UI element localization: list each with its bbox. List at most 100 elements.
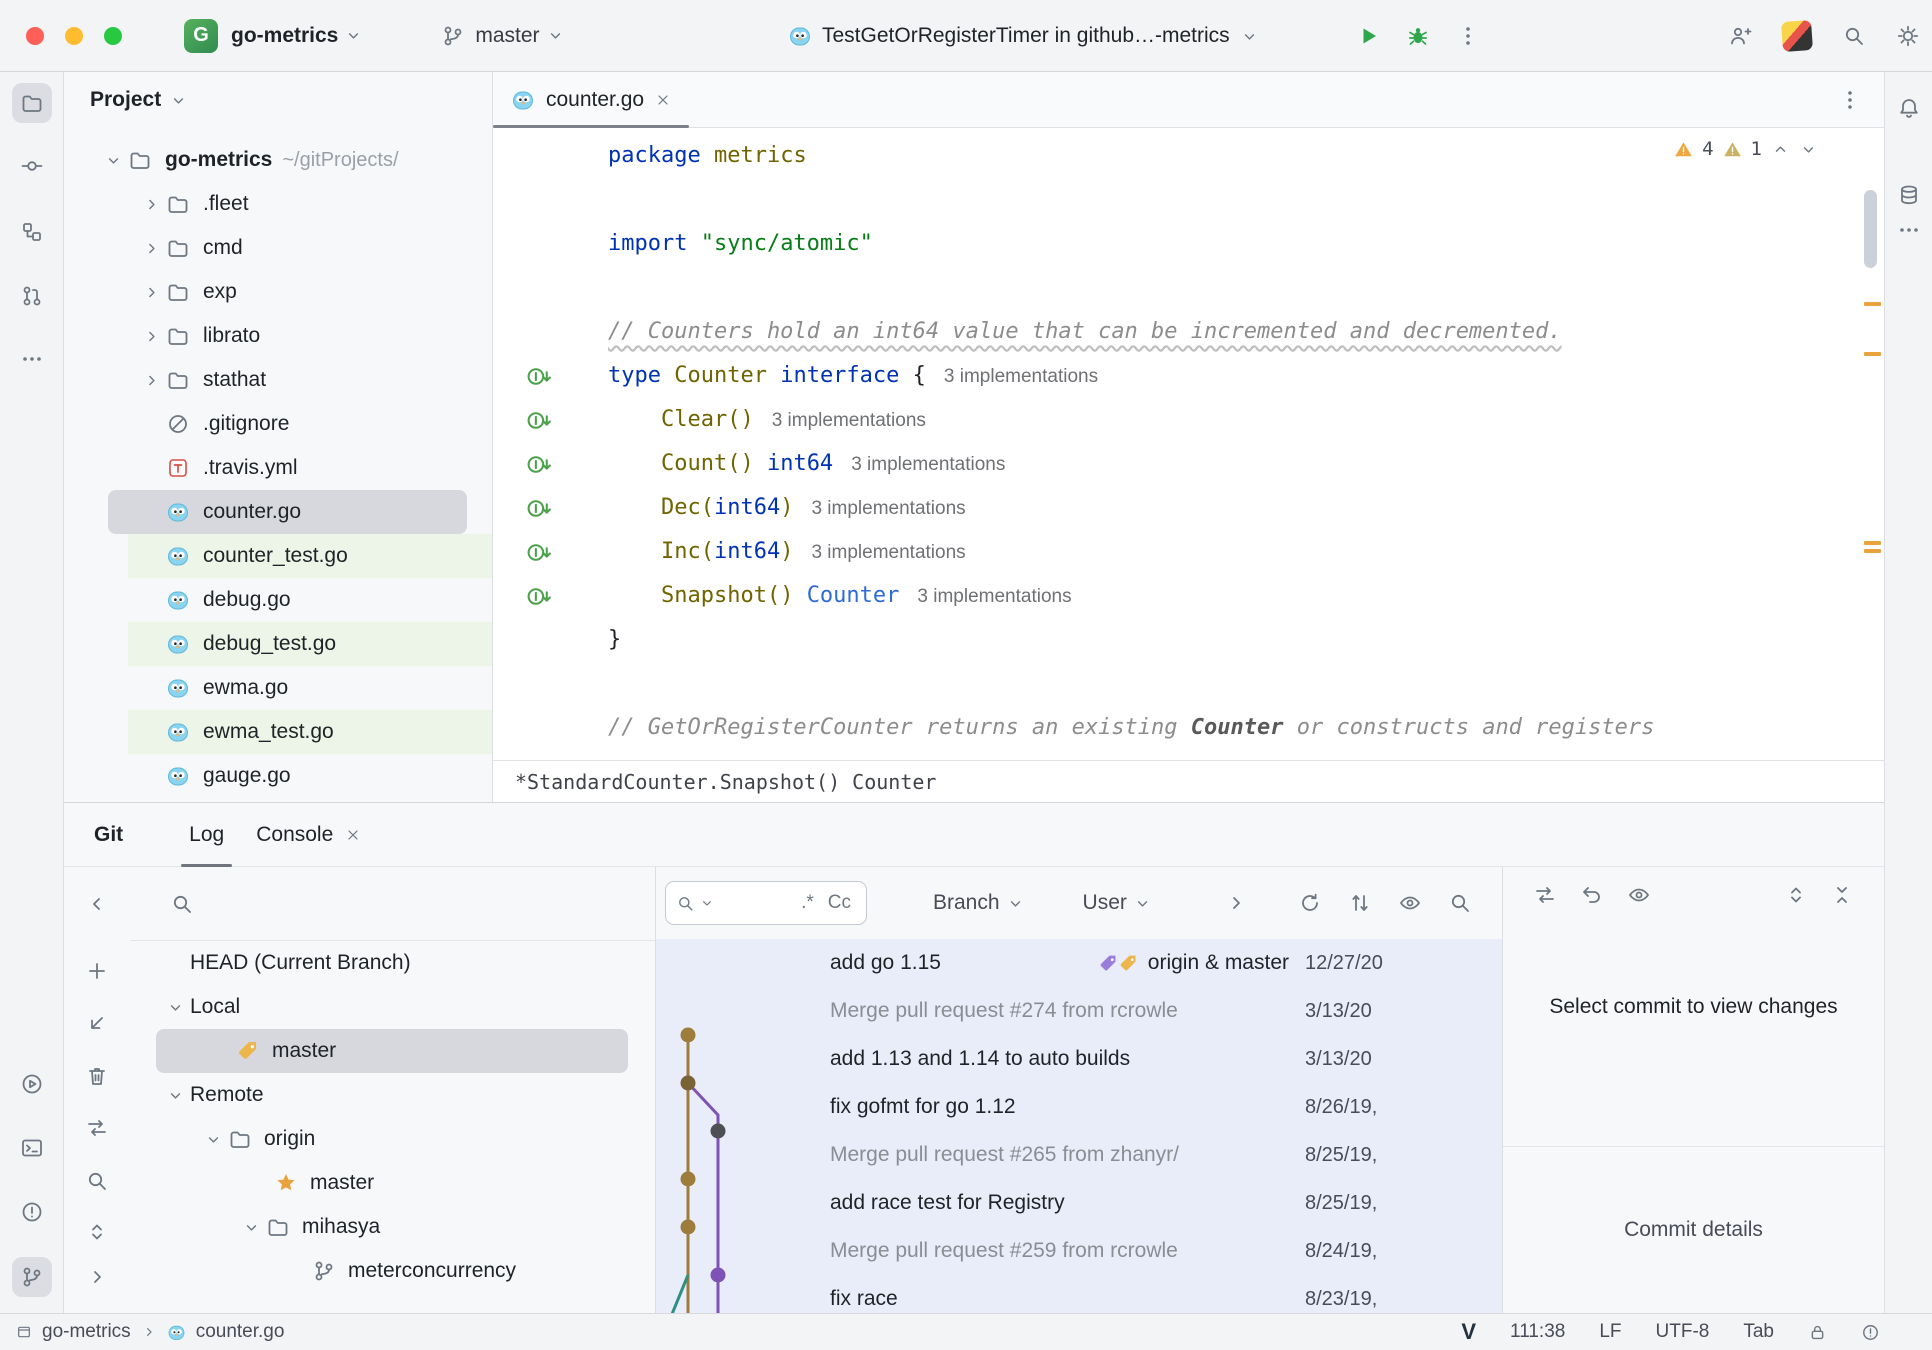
tree-item-counter_test.go[interactable]: counter_test.go [128,534,492,578]
branch-item-meterconcurrency[interactable]: meterconcurrency [130,1249,655,1293]
compare-button[interactable] [1533,883,1557,907]
chevron-down-icon[interactable] [242,1218,261,1237]
tree-item-ewma_test.go[interactable]: ewma_test.go [128,710,492,754]
terminal-tool-button[interactable] [12,1128,52,1168]
tree-item-cmd[interactable]: cmd [64,226,492,270]
expand-all-button[interactable] [1784,883,1808,907]
vim-plugin-icon[interactable]: V [1461,1319,1476,1345]
branch-filter[interactable]: Branch [933,891,1025,915]
log-search-field[interactable]: .* Cc [665,881,867,925]
implementations-inlay-hint[interactable]: 3 implementations [917,586,1071,607]
tree-item-.travis.yml[interactable]: .travis.yml [64,446,492,490]
run-button[interactable] [1356,24,1380,48]
database-tool-button[interactable] [1892,178,1926,212]
tree-item-debug_test.go[interactable]: debug_test.go [128,622,492,666]
code-line[interactable]: // GetOrRegisterCounter returns an exist… [493,706,1884,750]
commit-row[interactable]: Merge pull request #265 from zhanyr/8/25… [656,1131,1502,1179]
minimize-window-button[interactable] [65,27,83,45]
close-window-button[interactable] [26,27,44,45]
close-tab-icon[interactable] [655,92,671,108]
show-more-button[interactable] [79,1259,115,1295]
close-tab-icon[interactable] [345,827,361,843]
branch-item-Local[interactable]: Local [130,985,655,1029]
more-run-actions-button[interactable] [1456,24,1480,48]
tree-item-.gitignore[interactable]: .gitignore [64,402,492,446]
chevron-right-icon[interactable] [142,371,161,390]
implementations-inlay-hint[interactable]: 3 implementations [811,542,965,563]
hide-branches-button[interactable] [79,886,115,922]
commit-row[interactable]: add race test for Registry8/25/19, [656,1179,1502,1227]
chevron-down-icon[interactable] [166,1086,185,1105]
implementations-gutter-icon[interactable] [526,407,553,434]
commit-row[interactable]: fix gofmt for go 1.128/26/19, [656,1083,1502,1131]
project-tool-button[interactable] [12,83,52,123]
settings-button[interactable] [1896,24,1920,48]
tree-item-librato[interactable]: librato [64,314,492,358]
branch-search-field[interactable] [130,867,655,941]
implementations-gutter-icon[interactable] [526,451,553,478]
implementations-inlay-hint[interactable]: 3 implementations [851,454,1005,475]
vcs-widget[interactable]: master [441,24,564,48]
tree-item-stathat[interactable]: stathat [64,358,492,402]
commit-row[interactable]: Merge pull request #274 from rcrowle3/13… [656,987,1502,1035]
more-tools-button[interactable] [1892,213,1926,247]
implementations-gutter-icon[interactable] [526,539,553,566]
chevron-right-icon[interactable] [142,327,161,346]
chevron-down-icon[interactable] [104,151,123,170]
tree-item-go-metrics[interactable]: go-metrics~/gitProjects/ [64,138,492,182]
code-line[interactable] [493,178,1884,222]
search-branches-button[interactable] [79,1163,115,1199]
code-line[interactable]: } [493,618,1884,662]
commit-row[interactable]: Merge pull request #259 from rcrowle8/24… [656,1227,1502,1275]
code-editor[interactable]: 4 1 package metricsimport "sync/atomic"/… [493,128,1884,760]
implementations-inlay-hint[interactable]: 3 implementations [944,366,1098,387]
code-line[interactable] [493,662,1884,706]
checkout-button[interactable] [79,1005,115,1041]
collapse-all-button[interactable] [1830,883,1854,907]
code-line[interactable]: Dec(int64)3 implementations [493,486,1884,530]
warning-stripe-mark[interactable] [1864,352,1881,356]
run-tool-button[interactable] [12,1064,52,1104]
warning-stripe-mark[interactable] [1864,302,1881,306]
code-line[interactable]: Clear()3 implementations [493,398,1884,442]
line-separator[interactable]: LF [1599,1321,1621,1343]
code-line[interactable]: Inc(int64)3 implementations [493,530,1884,574]
implementations-inlay-hint[interactable]: 3 implementations [772,410,926,431]
chevron-right-icon[interactable] [142,195,161,214]
implementations-gutter-icon[interactable] [526,495,553,522]
implementations-gutter-icon[interactable] [526,363,553,390]
branch-item-master[interactable]: master [156,1029,628,1073]
indent-style[interactable]: Tab [1743,1321,1774,1343]
commit-row[interactable]: add 1.13 and 1.14 to auto builds3/13/20 [656,1035,1502,1083]
structure-tool-button[interactable] [12,212,52,252]
implementations-gutter-icon[interactable] [526,583,553,610]
pull-requests-tool-button[interactable] [12,276,52,316]
code-line[interactable]: type Counter interface {3 implementation… [493,354,1884,398]
notifications-button[interactable] [1892,91,1926,125]
statusbar-file[interactable]: counter.go [196,1321,285,1343]
plugin-icon[interactable] [1781,20,1813,52]
tree-item-exp[interactable]: exp [64,270,492,314]
tree-item-ewma.go[interactable]: ewma.go [64,666,492,710]
fetch-button[interactable] [79,1110,115,1146]
code-line[interactable]: Count() int643 implementations [493,442,1884,486]
rollback-button[interactable] [1580,883,1604,907]
git-tab-console[interactable]: Console [240,803,377,867]
file-encoding[interactable]: UTF-8 [1656,1321,1710,1343]
tree-item-debug.go[interactable]: debug.go [64,578,492,622]
notifications-status-icon[interactable] [1861,1323,1880,1342]
expand-button[interactable] [79,1214,115,1250]
match-case-toggle[interactable]: Cc [823,892,856,914]
tree-item-.fleet[interactable]: .fleet [64,182,492,226]
readonly-lock-icon[interactable] [1808,1323,1827,1342]
editor-tab-counter-go[interactable]: counter.go [493,72,689,127]
project-widget[interactable]: go-metrics [218,24,363,48]
implementations-inlay-hint[interactable]: 3 implementations [811,498,965,519]
branch-item-mihasya[interactable]: mihasya [130,1205,655,1249]
commit-row[interactable]: fix race8/23/19, [656,1275,1502,1313]
statusbar-project[interactable]: go-metrics [42,1321,131,1343]
git-tool-button[interactable] [12,1257,52,1297]
commit-row[interactable]: add go 1.15origin & master12/27/20 [656,939,1502,987]
new-branch-button[interactable] [79,953,115,989]
chevron-right-icon[interactable] [142,283,161,302]
